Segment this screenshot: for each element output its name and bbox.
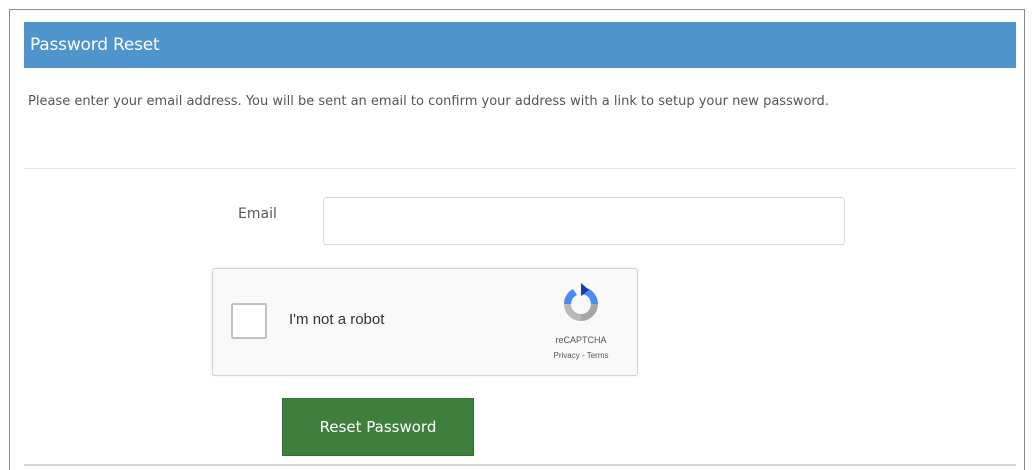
recaptcha-logo-icon <box>564 283 598 321</box>
reset-password-button[interactable]: Reset Password <box>282 398 474 456</box>
email-label: Email <box>238 206 277 222</box>
recaptcha-widget: I'm not a robot reCAPTCHA Privacy - Term… <box>212 268 638 376</box>
recaptcha-privacy-link[interactable]: Privacy <box>554 351 580 360</box>
bottom-divider <box>24 464 1016 466</box>
page-title: Password Reset <box>30 35 160 55</box>
divider <box>24 168 1016 169</box>
recaptcha-links: Privacy - Terms <box>529 351 633 360</box>
email-field[interactable] <box>323 197 845 245</box>
recaptcha-brand: reCAPTCHA <box>555 335 607 345</box>
recaptcha-label: I'm not a robot <box>289 311 385 328</box>
recaptcha-link-separator: - <box>579 351 587 360</box>
instructions-text: Please enter your email address. You wil… <box>28 94 829 109</box>
panel-header: Password Reset <box>24 22 1016 68</box>
recaptcha-checkbox[interactable] <box>231 303 267 339</box>
recaptcha-terms-link[interactable]: Terms <box>587 351 609 360</box>
